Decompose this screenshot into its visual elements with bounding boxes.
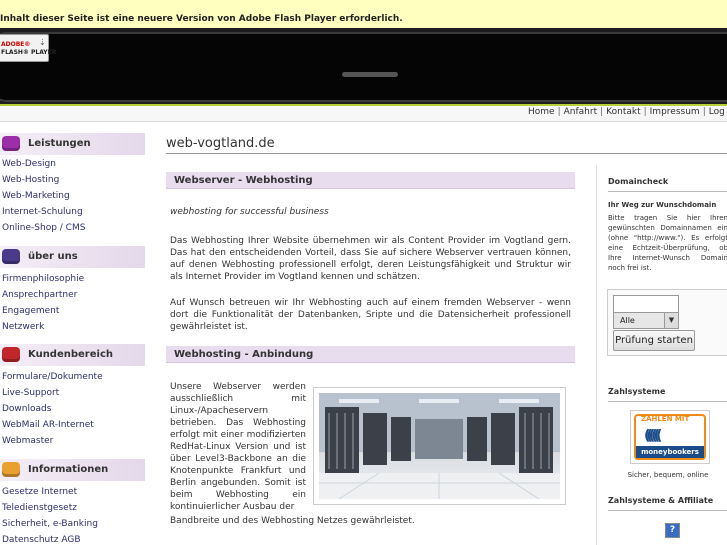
sidebar-link-live-support[interactable]: Live-Support xyxy=(2,388,59,398)
nav-link-kontakt[interactable]: Kontakt xyxy=(606,107,640,117)
sidebar-link-engagement[interactable]: Engagement xyxy=(2,306,59,316)
moneybookers-caption: Sicher, bequem, online xyxy=(627,471,709,479)
nav-separator: | xyxy=(702,107,706,117)
sidebar-link-webmail[interactable]: WebMail AR-Internet xyxy=(2,420,94,430)
chevron-down-icon[interactable]: ▼ xyxy=(664,313,678,328)
zahlsysteme-divider xyxy=(608,401,727,402)
section-heading-label: Webserver - Webhosting xyxy=(174,175,313,186)
sidebar-link-webmaster[interactable]: Webmaster xyxy=(2,436,53,446)
domaincheck-form: Alle ▼ Prüfung starten xyxy=(607,289,727,356)
nav-link-anfahrt[interactable]: Anfahrt xyxy=(564,107,597,117)
paragraph-anbindung-tail: Bandbreite und des Webhosting Netzes gew… xyxy=(170,516,415,526)
section-heading-webserver: Webserver - Webhosting xyxy=(166,172,575,189)
domain-input[interactable] xyxy=(613,295,679,313)
sidebar-heading-label: Leistungen xyxy=(28,138,91,149)
check-domain-button[interactable]: Prüfung starten xyxy=(613,330,695,351)
paragraph-anbindung: Unsere Webserver werden ausschließlich m… xyxy=(170,382,306,512)
cube-icon xyxy=(2,136,20,151)
page: Inhalt dieser Seite ist eine neuere Vers… xyxy=(0,0,727,545)
sidebar-heading-informationen: Informationen xyxy=(0,459,145,481)
cube-icon xyxy=(2,347,20,362)
tagline: webhosting for successful business xyxy=(170,207,329,217)
paragraph-fremder-webserver: Auf Wunsch betreuen wir Ihr Webhosting a… xyxy=(170,298,571,332)
title-divider xyxy=(166,153,727,154)
download-arrow-icon: ⇣ xyxy=(39,38,46,47)
nav-link-impressum[interactable]: Impressum xyxy=(650,107,700,117)
header-device-frame xyxy=(0,32,727,102)
top-navigation-links: Home | Anfahrt | Kontakt | Impressum | Log xyxy=(528,107,725,117)
domaincheck-subtitle: Ihr Weg zur Wunschdomain xyxy=(608,201,717,209)
domaincheck-description: Bitte tragen Sie hier Ihren gewünschten … xyxy=(608,214,727,272)
sidebar-heading-label: Informationen xyxy=(28,464,109,475)
section-heading-anbindung: Webhosting - Anbindung xyxy=(166,346,575,363)
flash-badge-line2: FLASH® PLAYER xyxy=(1,49,57,56)
header-slot-decoration xyxy=(342,72,398,77)
sidebar-link-firmenphilosophie[interactable]: Firmenphilosophie xyxy=(2,274,84,284)
cube-icon xyxy=(2,462,20,477)
flash-notice-text: Inhalt dieser Seite ist eine neuere Vers… xyxy=(0,14,403,24)
sidebar-link-online-shop[interactable]: Online-Shop / CMS xyxy=(2,223,85,233)
header-banner: ADOBE® FLASH® PLAYER ⇣ xyxy=(0,28,727,104)
sidebar-link-web-hosting[interactable]: Web-Hosting xyxy=(2,175,59,185)
sidebar-link-netzwerk[interactable]: Netzwerk xyxy=(2,322,44,332)
left-sidebar: Leistungen Web-Design Web-Hosting Web-Ma… xyxy=(0,122,145,545)
moneybookers-rings-icon: (((((( xyxy=(644,428,663,444)
server-room-photo xyxy=(319,393,560,499)
sidebar-link-teledienstgesetz[interactable]: Teledienstgesetz xyxy=(2,503,77,513)
zahlsysteme-affiliate-divider xyxy=(608,510,727,511)
zahlsysteme-affiliate-title: Zahlsysteme & Affiliate xyxy=(608,496,714,505)
cube-icon xyxy=(2,249,20,264)
sidebar-heading-ueber-uns: über uns xyxy=(0,246,145,268)
sidebar-link-gesetze-internet[interactable]: Gesetze Internet xyxy=(2,487,77,497)
nav-separator: | xyxy=(557,107,561,117)
nav-separator: | xyxy=(643,107,647,117)
sidebar-link-ansprechpartner[interactable]: Ansprechpartner xyxy=(2,290,77,300)
moneybookers-badge: ZAHLEN MIT (((((( moneybookers xyxy=(634,414,706,460)
moneybookers-logo[interactable]: ZAHLEN MIT (((((( moneybookers xyxy=(630,410,710,464)
moneybookers-name: moneybookers xyxy=(636,446,704,458)
help-icon[interactable]: ? xyxy=(665,523,680,538)
right-sidebar: Domaincheck Ihr Weg zur Wunschdomain Bit… xyxy=(596,165,727,545)
sidebar-heading-label: Kundenbereich xyxy=(28,349,113,360)
nav-link-home[interactable]: Home xyxy=(528,107,555,117)
sidebar-link-internet-schulung[interactable]: Internet-Schulung xyxy=(2,207,83,217)
sidebar-link-formulare[interactable]: Formulare/Dokumente xyxy=(2,372,103,382)
moneybookers-top-text: ZAHLEN MIT xyxy=(641,415,690,423)
server-room-photo-frame xyxy=(313,387,566,505)
sidebar-heading-kundenbereich: Kundenbereich xyxy=(0,344,145,366)
sidebar-link-downloads[interactable]: Downloads xyxy=(2,404,51,414)
sidebar-heading-leistungen: Leistungen xyxy=(0,133,145,155)
domaincheck-title: Domaincheck xyxy=(608,177,669,186)
page-title: web-vogtland.de xyxy=(166,136,275,151)
zahlsysteme-title: Zahlsysteme xyxy=(608,387,666,396)
section-heading-label: Webhosting - Anbindung xyxy=(174,349,314,360)
get-flash-player-button[interactable]: ADOBE® FLASH® PLAYER ⇣ xyxy=(0,34,56,62)
sidebar-heading-label: über uns xyxy=(28,251,78,262)
domaincheck-divider xyxy=(608,191,727,192)
server-racks-illustration xyxy=(319,393,560,499)
sidebar-link-sicherheit[interactable]: Sicherheit, e-Banking xyxy=(2,519,98,529)
sidebar-link-datenschutz[interactable]: Datenschutz AGB xyxy=(2,535,81,545)
sidebar-link-web-design[interactable]: Web-Design xyxy=(2,159,56,169)
sidebar-link-web-marketing[interactable]: Web-Marketing xyxy=(2,191,70,201)
nav-link-login[interactable]: Log xyxy=(709,107,725,117)
paragraph-webhosting: Das Webhosting Ihrer Website übernehmen … xyxy=(170,236,571,282)
tld-select[interactable]: Alle ▼ xyxy=(613,312,679,329)
nav-separator: | xyxy=(600,107,604,117)
tld-select-value: Alle xyxy=(620,316,635,325)
flash-badge-line1: ADOBE® xyxy=(1,41,31,48)
